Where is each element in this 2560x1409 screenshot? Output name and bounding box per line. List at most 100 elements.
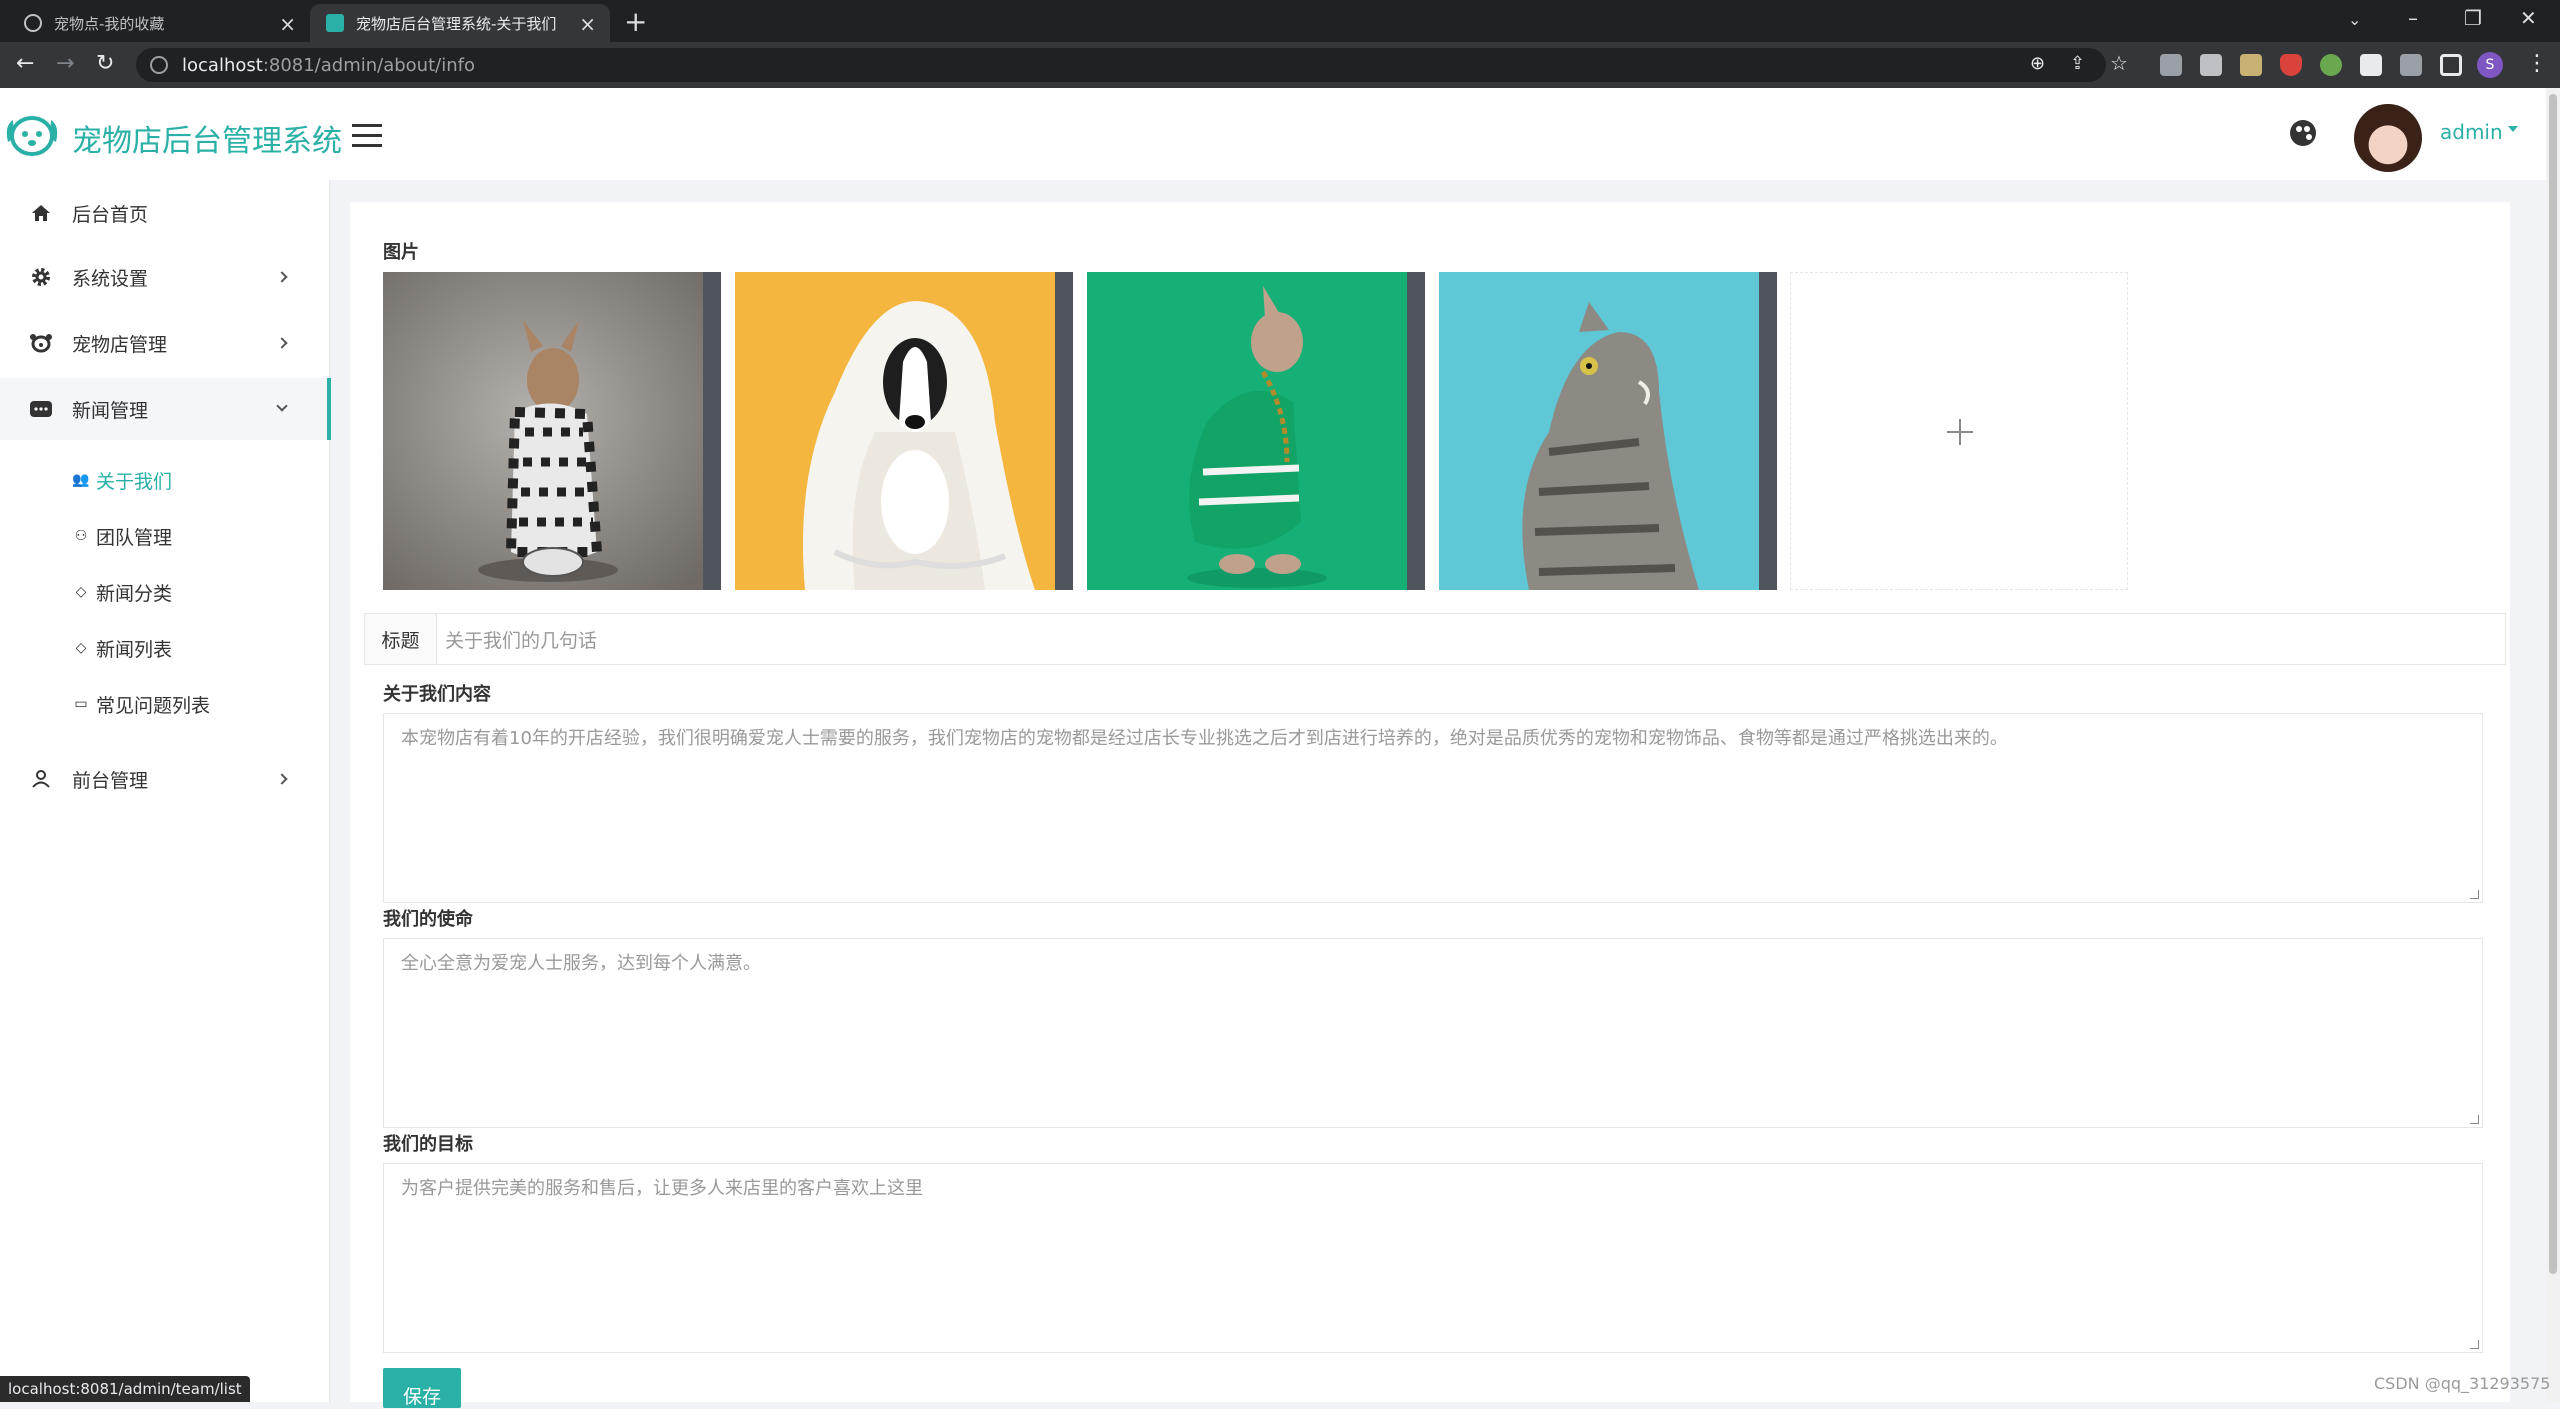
image-edge-bar: [1759, 272, 1777, 590]
sidebar-subitem-label: 团队管理: [96, 526, 173, 549]
extension-camera-icon[interactable]: [2200, 54, 2222, 76]
app-header: 宠物店后台管理系统 admin: [0, 88, 2546, 180]
sidebar-subitem-news-category[interactable]: ◇ 新闻分类: [72, 572, 172, 612]
site-favicon-icon: [326, 14, 344, 32]
watermark: CSDN @qq_31293575: [2374, 1374, 2551, 1393]
theme-palette-icon[interactable]: [2290, 120, 2316, 146]
title-input[interactable]: 关于我们的几句话: [445, 614, 597, 664]
image-edge-bar: [1407, 272, 1425, 590]
pet-image-thumbnail[interactable]: [383, 272, 721, 590]
side-panel-icon[interactable]: [2440, 54, 2462, 76]
images-label: 图片: [383, 242, 419, 263]
chevron-down-icon: [276, 400, 288, 412]
site-info-icon[interactable]: [150, 56, 168, 74]
bookmark-star-icon[interactable]: ☆: [2110, 51, 2128, 75]
sidebar-item-news[interactable]: 新闻管理: [0, 378, 331, 440]
sidebar-item-label: 宠物店管理: [72, 333, 168, 356]
sidebar-item-settings[interactable]: 系统设置: [0, 246, 330, 308]
sidebar-subitem-team[interactable]: ⚇ 团队管理: [72, 516, 172, 556]
home-icon: [30, 202, 52, 224]
url-path: :8081/admin/about/info: [262, 54, 475, 76]
sidebar-subitem-faq[interactable]: ▭ 常见问题列表: [72, 684, 210, 724]
pet-image-thumbnail[interactable]: [1087, 272, 1425, 590]
extensions-puzzle-icon[interactable]: [2360, 54, 2382, 76]
status-bar-url: localhost:8081/admin/team/list: [0, 1376, 250, 1402]
sidebar-subitem-about[interactable]: 👥 关于我们: [72, 460, 172, 500]
new-tab-icon[interactable]: +: [624, 5, 647, 38]
scrollbar-thumb[interactable]: [2549, 94, 2557, 1274]
sidebar-item-label: 后台首页: [72, 203, 149, 226]
profile-avatar[interactable]: S: [2477, 52, 2503, 78]
forward-arrow-icon[interactable]: →: [56, 51, 74, 76]
chat-icon: ▭: [74, 696, 88, 712]
more-menu-icon[interactable]: ⋮: [2526, 51, 2548, 76]
sidebar-item-label: 系统设置: [72, 267, 149, 290]
pet-icon: [30, 332, 52, 354]
sidebar-subitem-news-list[interactable]: ◇ 新闻列表: [72, 628, 172, 668]
plus-icon-vertical: [1959, 419, 1961, 445]
title-input-group: 标题 关于我们的几句话: [364, 613, 2506, 665]
image-upload-button[interactable]: [1790, 272, 2128, 590]
tab-search-icon[interactable]: ⌄: [2348, 10, 2361, 29]
sidebar-item-label: 前台管理: [72, 769, 149, 792]
sidebar-item-dashboard[interactable]: 后台首页: [0, 182, 330, 244]
sidebar-item-frontend[interactable]: 前台管理: [0, 748, 330, 810]
chevron-right-icon: [276, 773, 288, 785]
mission-label: 我们的使命: [383, 909, 473, 930]
close-icon[interactable]: ×: [579, 12, 596, 36]
url-field[interactable]: localhost :8081/admin/about/info: [136, 48, 2106, 82]
browser-tab-bar: 宠物点-我的收藏 × 宠物店后台管理系统-关于我们 × + ⌄ – ❐ ✕: [0, 0, 2560, 42]
share-icon[interactable]: ⇪: [2070, 53, 2085, 74]
restore-icon[interactable]: ❐: [2464, 6, 2482, 30]
menu-toggle-icon[interactable]: [352, 124, 382, 154]
goal-textarea[interactable]: 为客户提供完美的服务和售后，让更多人来店里的客户喜欢上这里: [383, 1163, 2483, 1353]
tab-title: 宠物点-我的收藏: [54, 14, 165, 33]
user-icon: [30, 768, 52, 790]
title-prefix-label: 标题: [365, 614, 437, 664]
app-title: 宠物店后台管理系统: [72, 124, 342, 159]
content-textarea[interactable]: 本宠物店有着10年的开店经验，我们很明确爱宠人士需要的服务，我们宠物店的宠物都是…: [383, 713, 2483, 903]
save-button[interactable]: 保存: [383, 1368, 461, 1408]
minimize-icon[interactable]: –: [2408, 6, 2418, 30]
browser-tab-favorites[interactable]: 宠物点-我的收藏 ×: [8, 4, 310, 42]
zoom-icon[interactable]: ⊕: [2030, 53, 2045, 74]
extension-shield-icon[interactable]: [2280, 54, 2302, 76]
pet-image-thumbnail[interactable]: [735, 272, 1073, 590]
sidebar: 后台首页 系统设置 宠物店管理 新闻管理 👥 关于我们 ⚇ 团队管理 ◇ 新闻分…: [0, 180, 331, 1402]
team-icon: ⚇: [74, 528, 88, 544]
extension-chat-icon[interactable]: [2160, 54, 2182, 76]
sidebar-subitem-label: 常见问题列表: [96, 694, 211, 717]
back-arrow-icon[interactable]: ←: [16, 51, 34, 76]
news-icon: [30, 398, 52, 420]
chevron-right-icon: [276, 271, 288, 283]
pet-image-thumbnail[interactable]: [1439, 272, 1777, 590]
window-close-icon[interactable]: ✕: [2520, 6, 2537, 30]
sidebar-subitem-label: 新闻分类: [96, 582, 173, 605]
puppy-logo-icon: [6, 116, 58, 156]
tag-icon: ◇: [75, 640, 87, 656]
reading-list-icon[interactable]: [2400, 54, 2422, 76]
sidebar-item-pet-store[interactable]: 宠物店管理: [0, 312, 330, 374]
image-edge-bar: [1055, 272, 1073, 590]
mission-textarea[interactable]: 全心全意为爱宠人士服务，达到每个人满意。: [383, 938, 2483, 1128]
browser-tab-about[interactable]: 宠物店后台管理系统-关于我们 ×: [310, 4, 610, 42]
close-icon[interactable]: ×: [279, 12, 296, 36]
globe-icon: [24, 14, 42, 32]
content-label: 关于我们内容: [383, 684, 491, 705]
gear-icon: [30, 266, 52, 288]
chevron-right-icon: [276, 337, 288, 349]
sidebar-subitem-label: 关于我们: [96, 470, 173, 493]
caret-down-icon[interactable]: [2508, 126, 2518, 132]
user-name[interactable]: admin: [2440, 120, 2503, 144]
page-scrollbar[interactable]: [2546, 88, 2560, 1402]
address-bar-row: ← → ↻ localhost :8081/admin/about/info ⊕…: [0, 42, 2560, 88]
goal-label: 我们的目标: [383, 1134, 473, 1155]
sidebar-subitem-label: 新闻列表: [96, 638, 173, 661]
sidebar-item-label: 新闻管理: [72, 399, 149, 422]
avatar[interactable]: [2354, 104, 2422, 172]
extension-image-icon[interactable]: [2240, 54, 2262, 76]
url-host: localhost: [182, 54, 263, 76]
image-edge-bar: [703, 272, 721, 590]
reload-icon[interactable]: ↻: [96, 51, 114, 76]
extension-leaf-icon[interactable]: [2320, 54, 2342, 76]
